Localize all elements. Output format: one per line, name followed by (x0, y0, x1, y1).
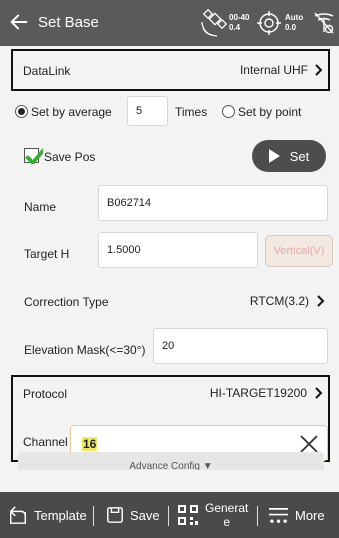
antenna-off-icon[interactable] (313, 11, 335, 35)
satellite-count: 00-40 (229, 13, 250, 22)
radio-set-by-point[interactable] (222, 105, 235, 118)
template-button[interactable]: Template (8, 492, 87, 538)
height-mode-button[interactable]: Vertical(V) (265, 235, 333, 267)
more-menu-icon (269, 507, 288, 523)
protocol-label: Protocol (23, 387, 68, 401)
start-mode-row: Set by average 5 Times Set by point (11, 96, 330, 126)
correction-type-value: RTCM(3.2) (249, 294, 309, 308)
average-times-input[interactable]: 5 (127, 96, 168, 126)
generate-button[interactable]: Generat e (177, 492, 248, 538)
target-h-input[interactable]: 1.5000 (98, 232, 258, 268)
save-pos-label: Save Pos (44, 150, 96, 164)
protocol-value: HI-TARGET19200 (209, 386, 307, 400)
advance-config-button[interactable]: Advance Config ▼ (18, 452, 324, 470)
save-icon (107, 507, 123, 523)
chevron-right-icon (315, 387, 323, 399)
advance-config-label: Advance Config ▼ (129, 461, 213, 470)
set-by-average-label: Set by average (31, 105, 112, 119)
generate-label-line2: e (223, 515, 231, 529)
back-arrow-icon[interactable] (8, 11, 30, 33)
gps-status: Auto 0.0 (285, 13, 303, 33)
save-button[interactable]: Save (106, 492, 160, 538)
close-icon[interactable] (299, 434, 319, 454)
name-label: Name (24, 200, 57, 214)
gps-value: 0.0 (285, 23, 297, 32)
toolbar-divider (257, 506, 258, 526)
set-base-form: DataLink Internal UHF Set by average 5 T… (0, 46, 339, 492)
protocol-select[interactable]: HI-TARGET19200 (210, 386, 324, 400)
bottom-toolbar: Template Save Generat e More (0, 492, 339, 538)
datalink-label: DataLink (23, 64, 71, 78)
satellite-icon[interactable] (200, 9, 230, 37)
generate-label-line1: Generat (205, 501, 249, 515)
channel-label: Channel (23, 435, 68, 449)
template-label: Template (34, 507, 87, 523)
gps-target-icon[interactable] (256, 10, 282, 36)
template-icon (9, 506, 26, 524)
datalink-row[interactable]: DataLink Internal UHF (11, 49, 330, 91)
generate-label: Generat e (205, 501, 248, 529)
channel-value: 16 (82, 437, 98, 451)
correction-type-select[interactable]: RTCM(3.2) (250, 294, 326, 308)
correction-type-label: Correction Type (24, 295, 109, 309)
more-label: More (295, 507, 325, 523)
toolbar-divider (168, 506, 169, 526)
name-input[interactable]: B062714 (98, 185, 328, 221)
datalink-value: Internal UHF (239, 63, 308, 77)
toolbar-divider (93, 506, 94, 526)
page-title: Set Base (38, 14, 99, 31)
more-button[interactable]: More (268, 492, 325, 538)
save-pos-checkbox[interactable] (24, 147, 43, 164)
times-label: Times (175, 105, 208, 119)
satellite-age: 0.4 (229, 23, 241, 32)
qr-code-icon (178, 505, 198, 525)
top-bar: Set Base 00-40 0.4 Auto 0.0 (0, 0, 339, 46)
datalink-value-group: Internal UHF (240, 63, 324, 77)
chevron-right-icon (315, 64, 323, 76)
play-icon (268, 149, 280, 163)
target-h-label: Target H (24, 247, 70, 261)
elevation-mask-input[interactable]: 20 (153, 328, 328, 364)
satellite-status: 00-40 0.4 (229, 13, 249, 33)
check-icon (25, 147, 43, 164)
chevron-right-icon (317, 295, 325, 307)
radio-set-by-average[interactable] (15, 105, 28, 118)
gps-mode: Auto (285, 13, 304, 22)
set-button-label: Set (289, 148, 310, 164)
elevation-mask-label: Elevation Mask(<=30°) (24, 343, 146, 357)
set-button[interactable]: Set (252, 140, 326, 172)
set-by-point-label: Set by point (238, 105, 302, 119)
save-label: Save (130, 507, 160, 523)
